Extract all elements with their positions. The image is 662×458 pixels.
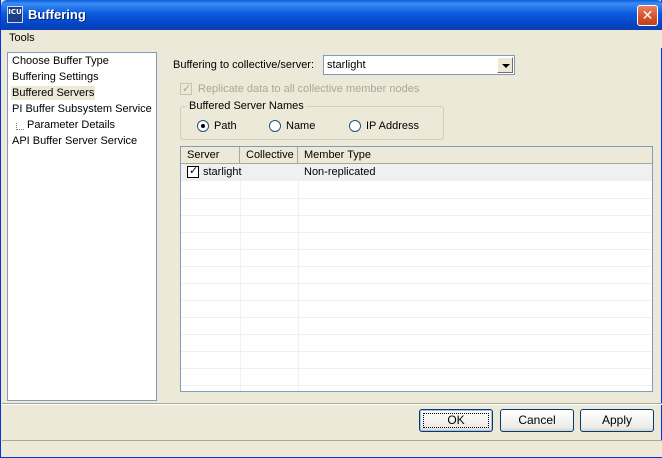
apply-button[interactable]: Apply [580,409,654,432]
cell-server: starlight [203,166,242,178]
tree-connector-line [16,123,24,130]
checkmark-icon: ✓ [189,164,199,177]
checkmark-icon: ✓ [182,82,192,95]
navigation-tree: Choose Buffer Type Buffering Settings Bu… [7,52,157,401]
table-row-empty [181,267,652,284]
radio-selected-dot [201,124,205,128]
radio-path[interactable] [197,120,209,132]
cell-member-type: Non-replicated [304,166,376,178]
column-header-member-type[interactable]: Member Type [298,147,652,164]
tree-item-buffering-settings[interactable]: Buffering Settings [11,70,100,84]
buffering-target-label: Buffering to collective/server: [173,59,315,71]
table-row-empty [181,352,652,369]
status-bar [2,440,662,457]
table-row-empty [181,284,652,301]
buffering-window: ICU Buffering ✕ Tools Choose Buffer Type… [0,0,662,458]
icu-icon: ICU [7,6,23,23]
buffered-server-names-title: Buffered Server Names [187,100,306,112]
buffering-target-select[interactable]: starlight [323,55,515,75]
table-row-empty [181,335,652,352]
menu-tools[interactable]: Tools [9,32,35,44]
buffering-target-value: starlight [327,59,366,71]
table-row-empty [181,182,652,199]
window-title: Buffering [28,7,86,22]
table-row-empty [181,233,652,250]
ok-button[interactable]: OK [419,409,493,432]
tree-item-pi-buffer-subsystem-service[interactable]: PI Buffer Subsystem Service [11,102,153,116]
bottom-separator [2,403,662,405]
menu-bar: Tools [2,30,662,48]
row-checkbox[interactable]: ✓ [187,164,199,178]
title-bar[interactable]: ICU Buffering ✕ [1,0,662,30]
table-row[interactable]: ✓ starlight Non-replicated [181,164,652,181]
radio-ip-address-label: IP Address [366,120,419,132]
tree-item-buffered-servers[interactable]: Buffered Servers [11,86,96,100]
radio-path-label: Path [214,120,237,132]
replicate-label: Replicate data to all collective member … [198,83,420,95]
radio-ip-address[interactable] [349,120,361,132]
table-header: Server Collective Member Type [181,147,652,164]
table-row-empty [181,216,652,233]
close-icon: ✕ [641,7,654,23]
column-header-collective[interactable]: Collective [240,147,298,164]
replicate-checkbox[interactable]: ✓ [180,82,192,95]
radio-name[interactable] [269,120,281,132]
dropdown-arrow-icon[interactable] [497,57,513,73]
table-row-empty [181,318,652,335]
focus-rect [423,413,489,428]
cancel-button[interactable]: Cancel [500,409,574,432]
column-header-server[interactable]: Server [181,147,240,164]
table-row-empty [181,301,652,318]
tree-item-parameter-details[interactable]: Parameter Details [26,118,116,132]
buffered-servers-table: Server Collective Member Type ✓ starligh… [180,146,653,392]
radio-name-label: Name [286,120,316,132]
table-row-empty [181,199,652,216]
close-button[interactable]: ✕ [637,5,658,26]
table-row-empty [181,250,652,267]
table-row-empty [181,369,652,386]
tree-item-api-buffer-server-service[interactable]: API Buffer Server Service [11,134,138,148]
tree-item-choose-buffer-type[interactable]: Choose Buffer Type [11,54,110,68]
